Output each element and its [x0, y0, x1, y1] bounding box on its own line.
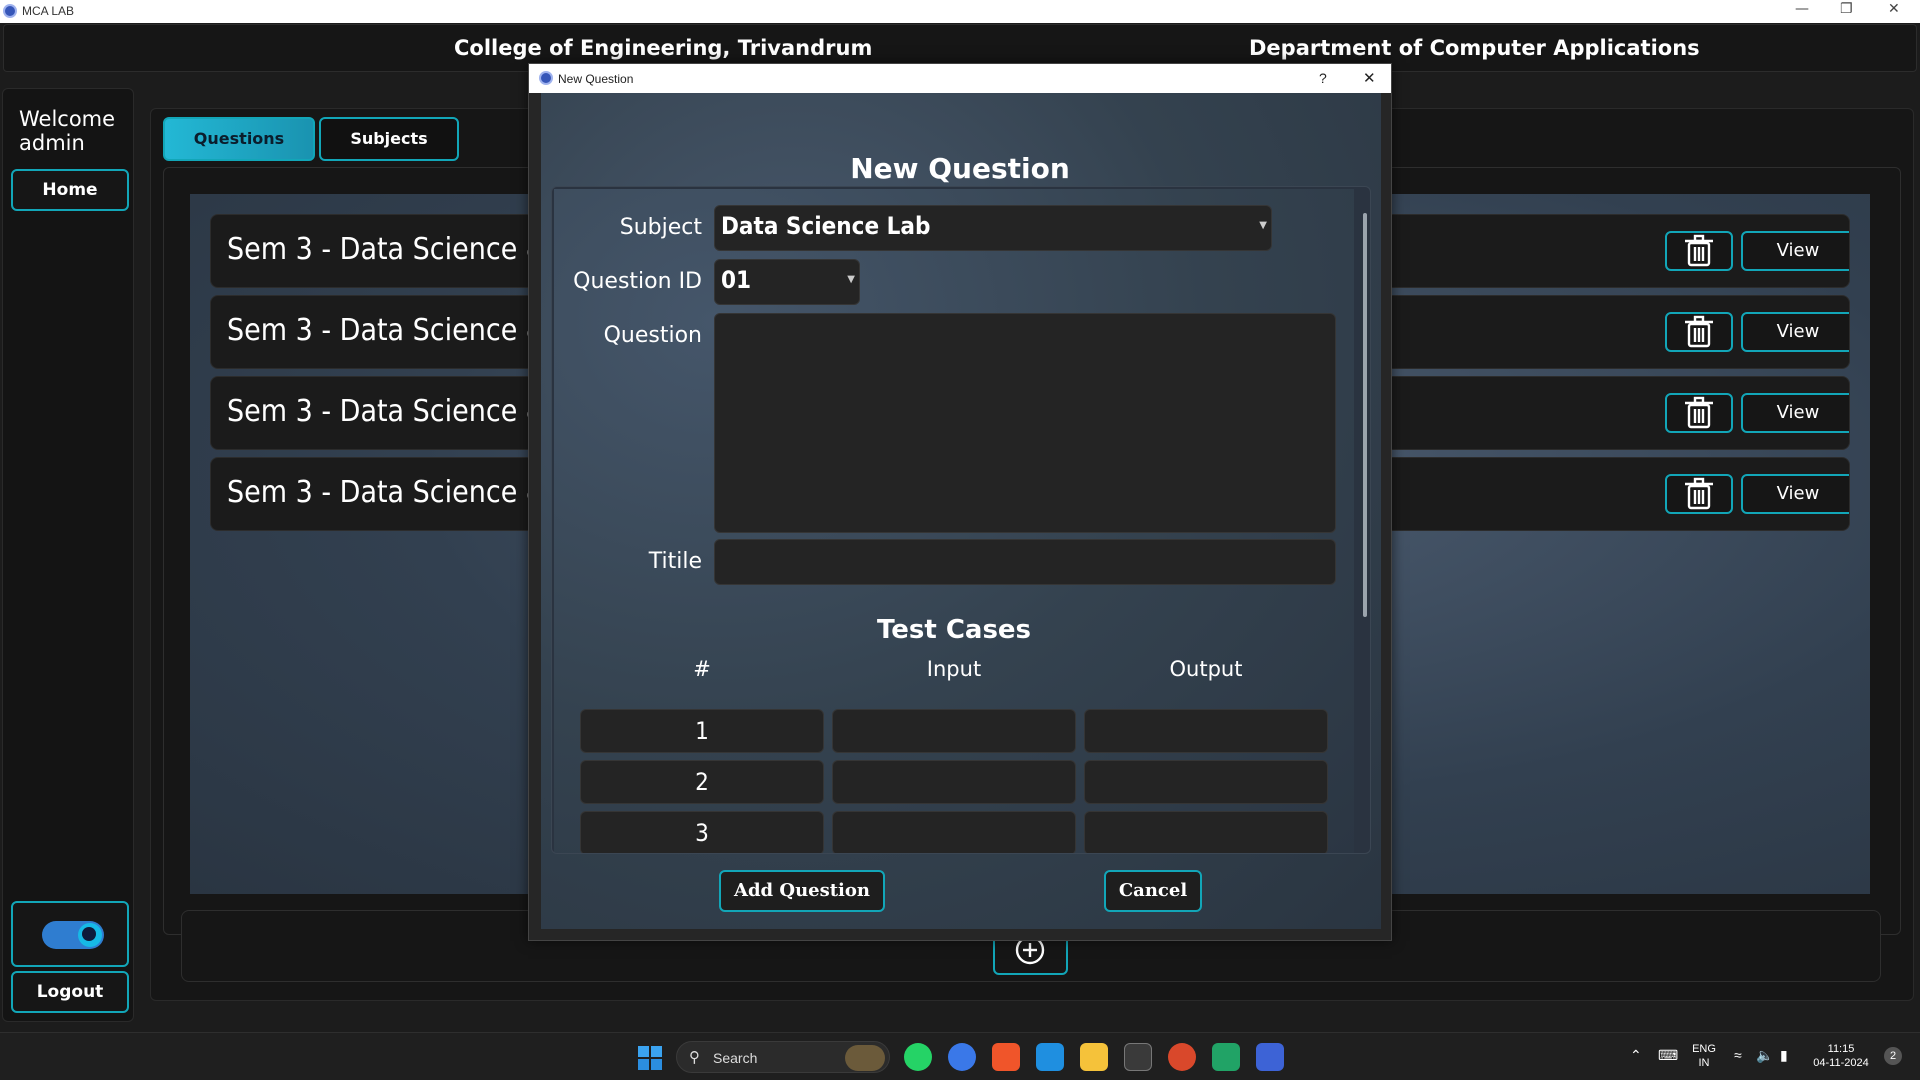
help-icon[interactable]: ? [1319, 70, 1327, 86]
question-id-value: 01 [721, 266, 752, 294]
sidebar: Welcome admin Home Logout [2, 88, 134, 1022]
new-question-dialog: New Question ? ✕ New Question Subject Da… [528, 63, 1392, 941]
search-icon: ⚲ [689, 1048, 700, 1066]
dialog-app-icon [539, 71, 553, 85]
tab-subjects[interactable]: Subjects [319, 117, 459, 161]
app-store-icon[interactable] [948, 1043, 976, 1071]
dialog-form-scroll-area[interactable]: Subject Data Science Lab ▼ Question ID 0… [551, 186, 1371, 854]
speaker-muted-icon[interactable]: 🔈 [1756, 1047, 1773, 1064]
dialog-close-icon[interactable]: ✕ [1363, 69, 1376, 87]
test-case-number: 3 [580, 811, 824, 853]
trash-icon [1685, 234, 1713, 267]
welcome-text: Welcome admin [19, 107, 115, 155]
chevron-up-icon[interactable]: ⌃ [1630, 1047, 1642, 1064]
moon-icon [82, 927, 96, 941]
view-button[interactable]: View [1741, 474, 1849, 514]
windows-start-icon [638, 1046, 662, 1070]
theme-toggle[interactable] [42, 921, 104, 949]
question-id-label: Question ID [573, 269, 702, 294]
dialog-title-bar: New Question ? ✕ [529, 64, 1391, 93]
wifi-icon[interactable]: ≈ [1734, 1047, 1742, 1063]
dialog-window-title: New Question [558, 72, 634, 86]
delete-button[interactable] [1665, 312, 1733, 352]
column-header-number: # [693, 657, 711, 681]
file-explorer-icon[interactable] [1080, 1043, 1108, 1071]
department-title: Department of Computer Applications [1249, 36, 1700, 60]
restore-icon[interactable]: ❐ [1840, 1, 1853, 17]
theme-toggle-container [11, 901, 129, 967]
test-case-input[interactable] [832, 811, 1076, 853]
view-button[interactable]: View [1741, 393, 1849, 433]
add-question-submit-button[interactable]: Add Question [719, 870, 885, 912]
keyboard-icon[interactable]: ⌨ [1658, 1047, 1678, 1064]
question-textarea[interactable] [714, 313, 1336, 533]
delete-button[interactable] [1665, 474, 1733, 514]
start-button[interactable] [638, 1046, 662, 1074]
delete-button[interactable] [1665, 393, 1733, 433]
taskbar: ⚲ Search ⌃ ⌨ ENG IN ≈ 🔈 ▮ 11:15 04-11-20… [0, 1032, 1920, 1080]
subject-select[interactable]: Data Science Lab ▼ [714, 205, 1272, 251]
app-icon [3, 4, 17, 18]
window-title: MCA LAB [22, 4, 75, 18]
whatsapp-icon[interactable] [904, 1043, 932, 1071]
dialog-form: Subject Data Science Lab ▼ Question ID 0… [554, 189, 1354, 853]
college-title: College of Engineering, Trivandrum [454, 36, 873, 60]
brave-browser-icon[interactable] [992, 1043, 1020, 1071]
chevron-down-icon: ▼ [847, 274, 855, 285]
trash-icon [1685, 396, 1713, 429]
cancel-button[interactable]: Cancel [1104, 870, 1202, 912]
vertical-scrollbar[interactable] [1363, 213, 1367, 617]
terminal-icon[interactable] [1124, 1043, 1152, 1071]
test-case-input[interactable] [832, 760, 1076, 804]
clock[interactable]: 11:15 04-11-2024 [1806, 1042, 1876, 1070]
dialog-heading: New Question [850, 152, 1070, 185]
mca-lab-app-icon[interactable] [1256, 1043, 1284, 1071]
logout-button[interactable]: Logout [11, 971, 129, 1013]
home-button[interactable]: Home [11, 169, 129, 211]
chevron-down-icon: ▼ [1259, 220, 1267, 231]
clock-time: 11:15 [1827, 1043, 1855, 1055]
title-label: Titile [648, 549, 702, 574]
welcome-line: Welcome [19, 107, 116, 131]
clock-date: 04-11-2024 [1813, 1057, 1869, 1069]
test-case-output[interactable] [1084, 811, 1328, 853]
subject-label: Subject [619, 215, 702, 240]
test-cases-heading: Test Cases [876, 615, 1032, 645]
powerpoint-icon[interactable] [1168, 1043, 1196, 1071]
view-button[interactable]: View [1741, 312, 1849, 352]
language-bottom: IN [1698, 1057, 1710, 1069]
search-highlight-icon [845, 1045, 885, 1071]
question-label: Question [603, 323, 702, 348]
minimize-icon[interactable]: — [1795, 1, 1809, 17]
welcome-user: admin [19, 131, 85, 155]
app-d-icon[interactable] [1212, 1043, 1240, 1071]
title-input[interactable] [714, 539, 1336, 585]
close-icon[interactable]: ✕ [1888, 1, 1900, 17]
tab-questions[interactable]: Questions [163, 117, 315, 161]
subject-value: Data Science Lab [721, 212, 931, 240]
test-case-number: 1 [580, 709, 824, 753]
column-header-input: Input [926, 657, 982, 681]
search-label: Search [713, 1050, 758, 1066]
notification-badge[interactable]: 2 [1884, 1047, 1902, 1065]
language-indicator[interactable]: ENG IN [1688, 1042, 1720, 1070]
vscode-icon[interactable] [1036, 1043, 1064, 1071]
test-case-number: 2 [580, 760, 824, 804]
test-case-output[interactable] [1084, 760, 1328, 804]
column-header-output: Output [1169, 657, 1243, 681]
battery-icon[interactable]: ▮ [1780, 1047, 1788, 1064]
delete-button[interactable] [1665, 231, 1733, 271]
view-button[interactable]: View [1741, 231, 1849, 271]
taskbar-search[interactable]: ⚲ Search [676, 1041, 890, 1073]
test-case-output[interactable] [1084, 709, 1328, 753]
trash-icon [1685, 315, 1713, 348]
language-top: ENG [1692, 1043, 1716, 1055]
trash-icon [1685, 477, 1713, 510]
test-case-input[interactable] [832, 709, 1076, 753]
question-id-select[interactable]: 01 ▼ [714, 259, 860, 305]
window-title-bar: MCA LAB — ❐ ✕ [0, 0, 1920, 23]
